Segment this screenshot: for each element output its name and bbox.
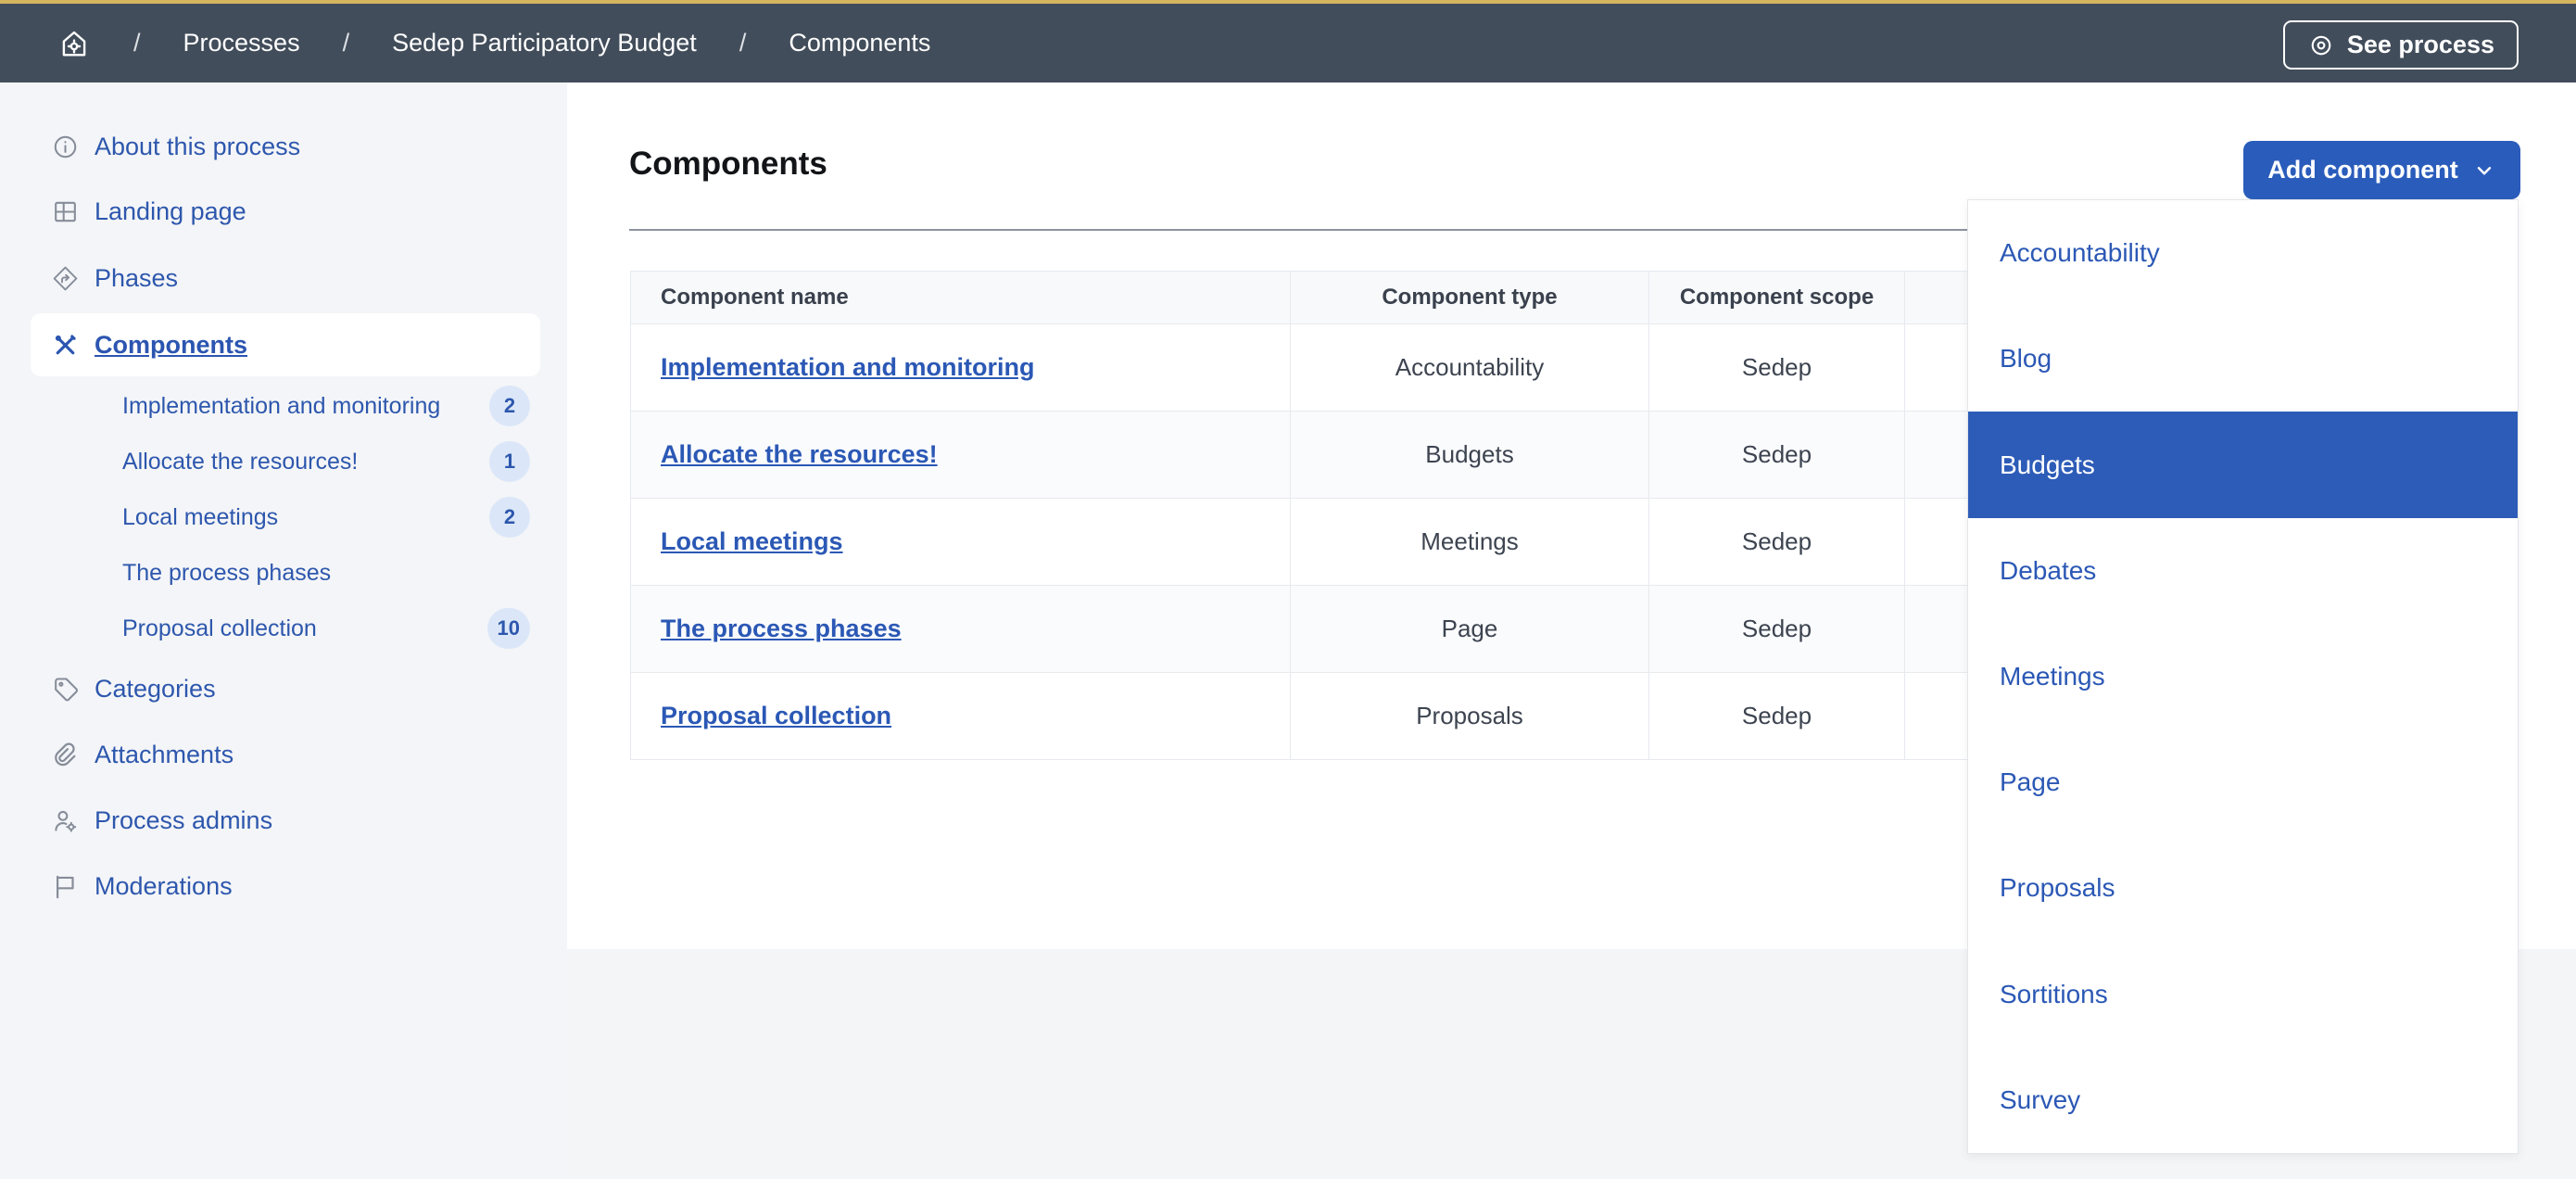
dropdown-item-blog[interactable]: Blog: [1968, 306, 2518, 412]
topbar: / Processes / Sedep Participatory Budget…: [0, 0, 2576, 82]
breadcrumb-processes[interactable]: Processes: [183, 29, 300, 57]
see-process-button[interactable]: See process: [2283, 20, 2519, 70]
component-link[interactable]: Allocate the resources!: [661, 440, 938, 469]
dropdown-item-page[interactable]: Page: [1968, 729, 2518, 835]
sidebar-item-phases[interactable]: Phases: [51, 258, 178, 298]
flag-icon: [51, 872, 80, 901]
component-type: Budgets: [1425, 440, 1513, 469]
component-type: Page: [1442, 615, 1498, 643]
sidebar-item-about[interactable]: About this process: [51, 126, 300, 167]
page-title: Components: [629, 146, 827, 183]
add-component-label: Add component: [2267, 156, 2457, 184]
breadcrumb-separator: /: [133, 29, 141, 57]
sidebar-subitem-process-phases[interactable]: The process phases: [122, 552, 530, 593]
sidebar-subitem-allocate[interactable]: Allocate the resources! 1: [122, 441, 530, 482]
sidebar-subitem-implementation[interactable]: Implementation and monitoring 2: [122, 386, 530, 426]
sidebar-item-label: Moderations: [95, 872, 233, 901]
sidebar-item-label: About this process: [95, 133, 300, 161]
sidebar-item-components[interactable]: Components: [31, 313, 540, 376]
dropdown-item-accountability[interactable]: Accountability: [1968, 200, 2518, 306]
see-process-label: See process: [2347, 31, 2494, 59]
sidebar-item-attachments[interactable]: Attachments: [51, 734, 234, 775]
component-link[interactable]: Local meetings: [661, 527, 843, 556]
layout-icon: [51, 197, 80, 226]
sidebar-item-label: Landing page: [95, 197, 246, 226]
component-link[interactable]: Implementation and monitoring: [661, 353, 1035, 382]
column-header-scope: Component scope: [1649, 272, 1905, 323]
sidebar-item-label: Attachments: [95, 741, 234, 769]
dropdown-item-proposals[interactable]: Proposals: [1968, 835, 2518, 941]
component-scope: Sedep: [1742, 702, 1812, 730]
component-type: Meetings: [1421, 527, 1519, 556]
component-link[interactable]: Proposal collection: [661, 702, 891, 730]
component-link[interactable]: The process phases: [661, 615, 902, 643]
sidebar-item-moderations[interactable]: Moderations: [51, 866, 233, 906]
count-badge: 2: [489, 497, 530, 538]
sidebar-item-label: Categories: [95, 675, 216, 704]
dropdown-item-debates[interactable]: Debates: [1968, 518, 2518, 624]
count-badge: 2: [489, 386, 530, 426]
dropdown-item-budgets[interactable]: Budgets: [1968, 412, 2518, 517]
column-header-name: Component name: [631, 272, 1291, 323]
component-scope: Sedep: [1742, 353, 1812, 382]
column-header-type: Component type: [1291, 272, 1649, 323]
dropdown-item-survey[interactable]: Survey: [1968, 1047, 2518, 1153]
component-scope: Sedep: [1742, 615, 1812, 643]
breadcrumb: / Processes / Sedep Participatory Budget…: [0, 27, 930, 60]
phases-icon: [51, 264, 80, 293]
sidebar-item-landing-page[interactable]: Landing page: [51, 191, 246, 232]
component-type: Accountability: [1395, 353, 1544, 382]
tools-icon: [51, 331, 80, 360]
add-component-dropdown: Accountability Blog Budgets Debates Meet…: [1967, 199, 2519, 1154]
home-icon: [57, 27, 91, 60]
add-component-button[interactable]: Add component: [2243, 141, 2520, 199]
breadcrumb-separator: /: [343, 29, 350, 57]
sidebar-item-label: Process admins: [95, 806, 272, 835]
sidebar-subitem-label: Proposal collection: [122, 615, 317, 642]
sidebar-subitem-proposal-collection[interactable]: Proposal collection 10: [122, 608, 530, 649]
sidebar-item-label: Phases: [95, 264, 178, 293]
paperclip-icon: [51, 741, 80, 769]
sidebar-subitem-label: Implementation and monitoring: [122, 393, 440, 420]
sidebar-item-categories[interactable]: Categories: [51, 668, 216, 709]
count-badge: 10: [487, 608, 530, 649]
tag-icon: [51, 675, 80, 704]
app-root: / Processes / Sedep Participatory Budget…: [0, 0, 2576, 1179]
sidebar-subitem-label: Allocate the resources!: [122, 449, 358, 475]
eye-icon: [2307, 32, 2335, 59]
sidebar-item-label: Components: [95, 331, 247, 360]
dropdown-item-sortitions[interactable]: Sortitions: [1968, 942, 2518, 1047]
home-link[interactable]: [57, 27, 91, 60]
main-content: Components Add component Component name …: [567, 82, 2576, 949]
count-badge: 1: [489, 441, 530, 482]
breadcrumb-separator: /: [739, 29, 747, 57]
sidebar-subitem-label: The process phases: [122, 560, 331, 587]
component-scope: Sedep: [1742, 440, 1812, 469]
sidebar: About this process Landing page Phases: [0, 82, 567, 1179]
chevron-down-icon: [2472, 158, 2496, 183]
breadcrumb-current: Components: [789, 29, 930, 57]
sidebar-subitem-local-meetings[interactable]: Local meetings 2: [122, 497, 530, 538]
component-scope: Sedep: [1742, 527, 1812, 556]
breadcrumb-process-name[interactable]: Sedep Participatory Budget: [392, 29, 697, 57]
sidebar-item-process-admins[interactable]: Process admins: [51, 800, 272, 841]
dropdown-item-meetings[interactable]: Meetings: [1968, 624, 2518, 729]
component-type: Proposals: [1416, 702, 1523, 730]
sidebar-subitem-label: Local meetings: [122, 504, 278, 531]
info-icon: [51, 133, 80, 161]
admin-user-icon: [51, 806, 80, 835]
